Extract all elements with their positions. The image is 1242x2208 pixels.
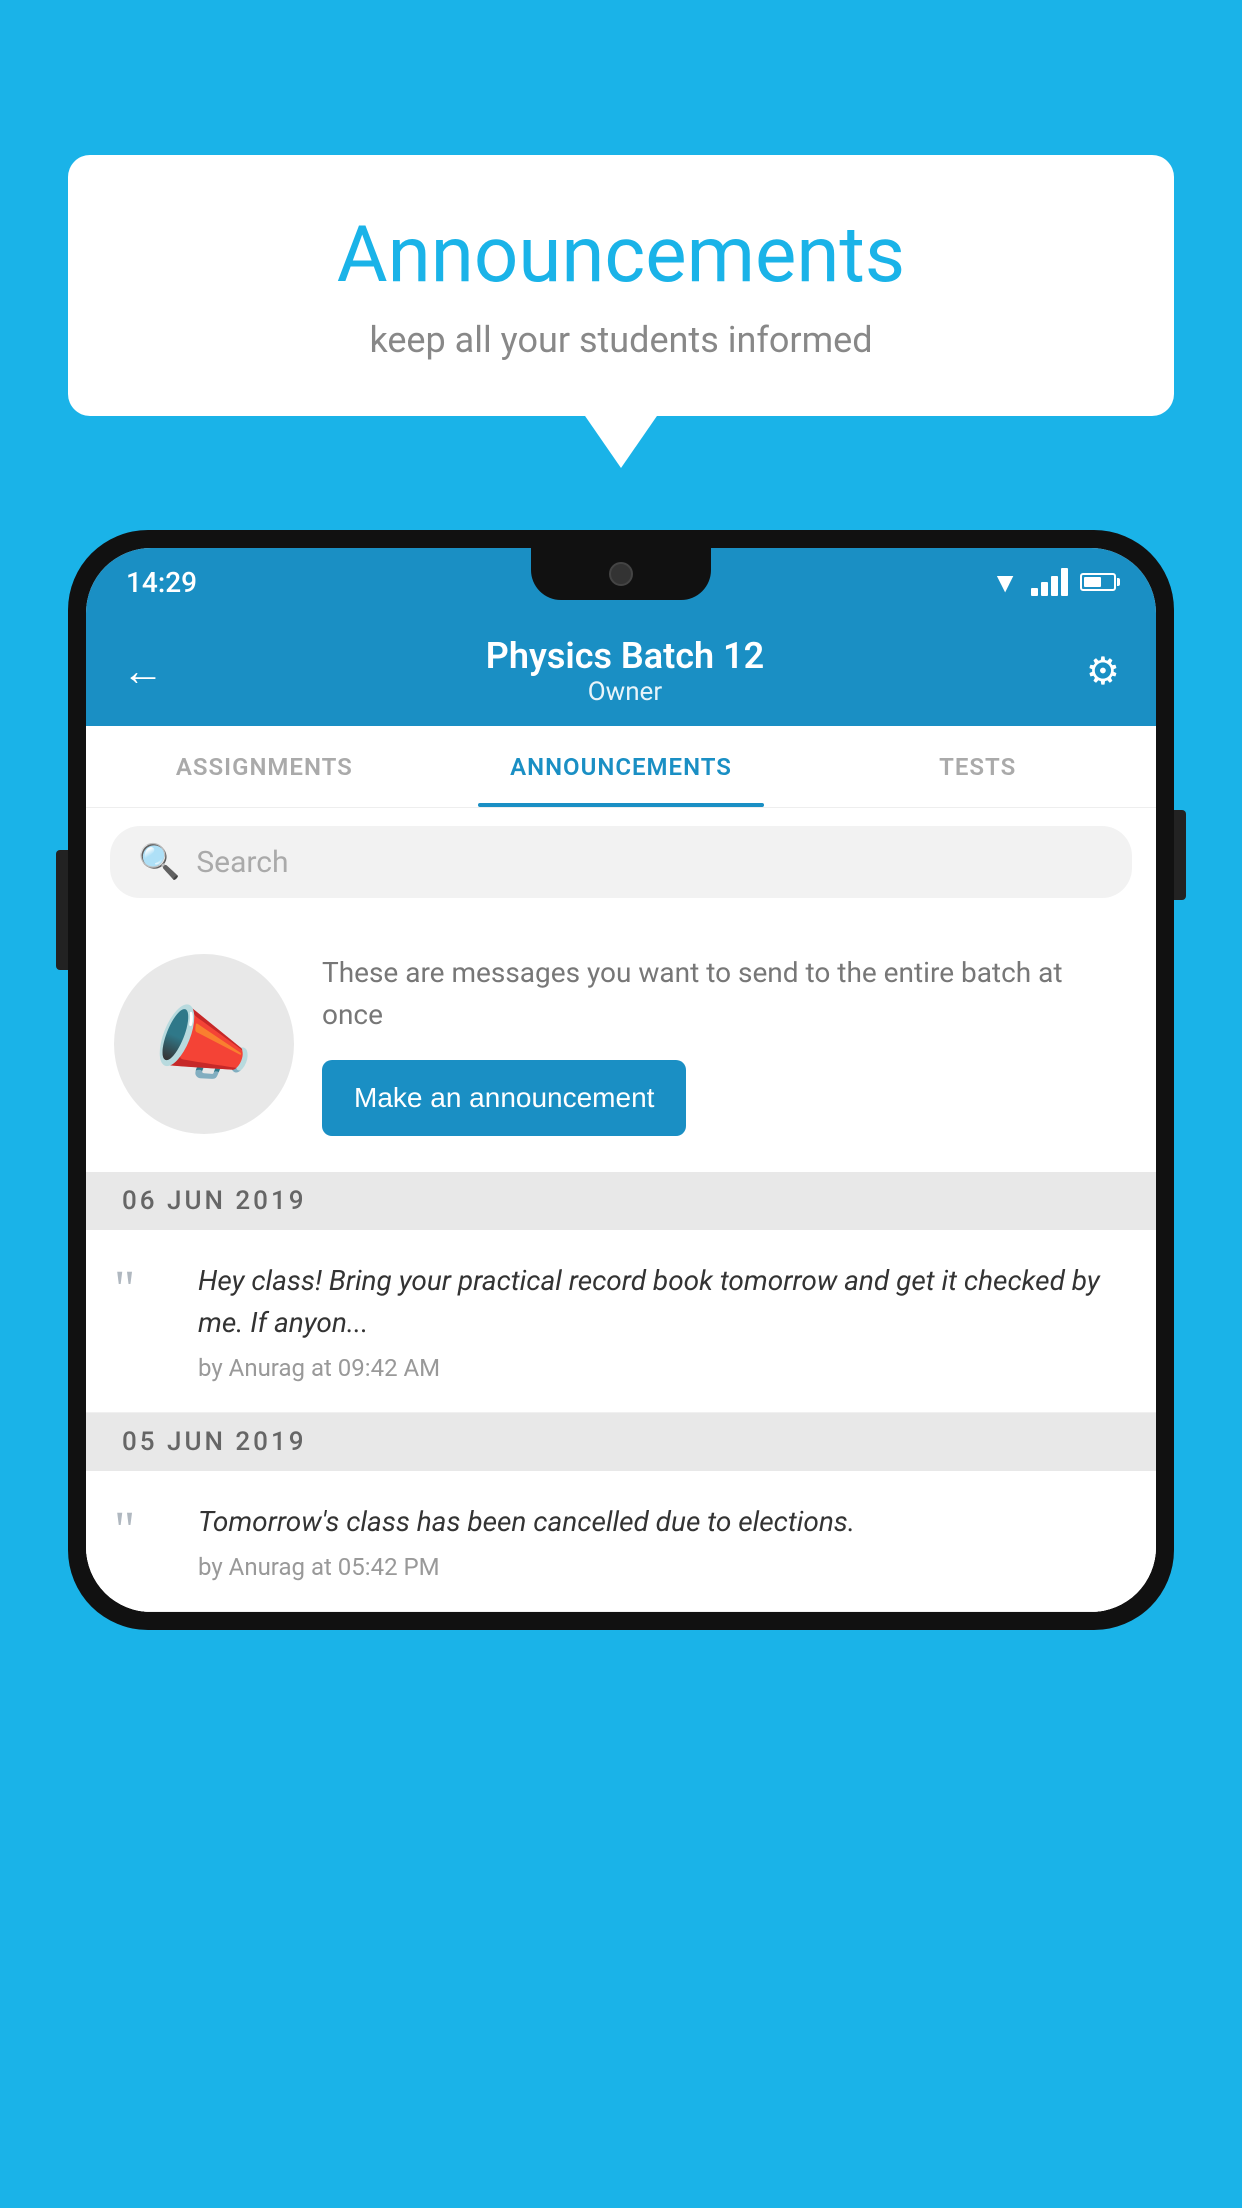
- make-announcement-button[interactable]: Make an announcement: [322, 1060, 686, 1136]
- signal-bar-2: [1041, 582, 1048, 596]
- announcement-content-1: Hey class! Bring your practical record b…: [198, 1260, 1128, 1382]
- announcement-item-2: " Tomorrow's class has been cancelled du…: [86, 1471, 1156, 1612]
- signal-icon: [1031, 568, 1068, 596]
- app-header: ← Physics Batch 12 Owner ⚙: [86, 616, 1156, 726]
- battery-fill: [1084, 577, 1101, 587]
- intro-description: These are messages you want to send to t…: [322, 952, 1128, 1036]
- search-bar[interactable]: 🔍 Search: [110, 826, 1132, 898]
- announcement-meta-1: by Anurag at 09:42 AM: [198, 1354, 1128, 1382]
- signal-bar-4: [1061, 568, 1068, 596]
- announcement-intro-card: 📣 These are messages you want to send to…: [86, 916, 1156, 1172]
- signal-bar-3: [1051, 576, 1058, 596]
- date-divider-1: 06 JUN 2019: [86, 1172, 1156, 1230]
- back-button[interactable]: ←: [122, 647, 164, 696]
- speech-bubble-container: Announcements keep all your students inf…: [68, 155, 1174, 416]
- content-area: 🔍 Search 📣 These are messages you want t…: [86, 808, 1156, 1612]
- status-icons: ▼: [991, 566, 1116, 599]
- settings-icon[interactable]: ⚙: [1086, 649, 1120, 694]
- quote-icon-1: ": [114, 1264, 174, 1316]
- batch-subtitle: Owner: [486, 677, 764, 707]
- announcement-message-1: Hey class! Bring your practical record b…: [198, 1260, 1128, 1344]
- wifi-icon: ▼: [991, 566, 1019, 599]
- header-title-container: Physics Batch 12 Owner: [486, 635, 764, 707]
- announcement-message-2: Tomorrow's class has been cancelled due …: [198, 1501, 1128, 1543]
- phone-container: 14:29 ▼ ← Phys: [68, 530, 1174, 2208]
- speech-bubble-subtitle: keep all your students informed: [108, 319, 1134, 361]
- megaphone-icon: 📣: [154, 997, 254, 1091]
- batch-title: Physics Batch 12: [486, 635, 764, 677]
- status-time: 14:29: [126, 566, 197, 599]
- intro-right: These are messages you want to send to t…: [322, 952, 1128, 1136]
- tab-assignments[interactable]: ASSIGNMENTS: [86, 726, 443, 807]
- front-camera: [609, 562, 633, 586]
- phone-screen: 14:29 ▼ ← Phys: [86, 548, 1156, 1612]
- quote-icon-2: ": [114, 1505, 174, 1557]
- search-bar-container: 🔍 Search: [86, 808, 1156, 916]
- battery-icon: [1080, 573, 1116, 591]
- tab-tests[interactable]: TESTS: [799, 726, 1156, 807]
- phone-shell: 14:29 ▼ ← Phys: [68, 530, 1174, 1630]
- search-placeholder: Search: [196, 845, 288, 880]
- announcement-meta-2: by Anurag at 05:42 PM: [198, 1553, 1128, 1581]
- tab-announcements[interactable]: ANNOUNCEMENTS: [443, 726, 800, 807]
- date-divider-2: 05 JUN 2019: [86, 1413, 1156, 1471]
- speech-bubble: Announcements keep all your students inf…: [68, 155, 1174, 416]
- tabs-bar: ASSIGNMENTS ANNOUNCEMENTS TESTS: [86, 726, 1156, 808]
- signal-bar-1: [1031, 588, 1038, 596]
- phone-notch: [531, 548, 711, 600]
- announcement-content-2: Tomorrow's class has been cancelled due …: [198, 1501, 1128, 1581]
- search-icon: 🔍: [138, 842, 180, 882]
- announcement-item-1: " Hey class! Bring your practical record…: [86, 1230, 1156, 1413]
- megaphone-circle: 📣: [114, 954, 294, 1134]
- speech-bubble-title: Announcements: [108, 210, 1134, 301]
